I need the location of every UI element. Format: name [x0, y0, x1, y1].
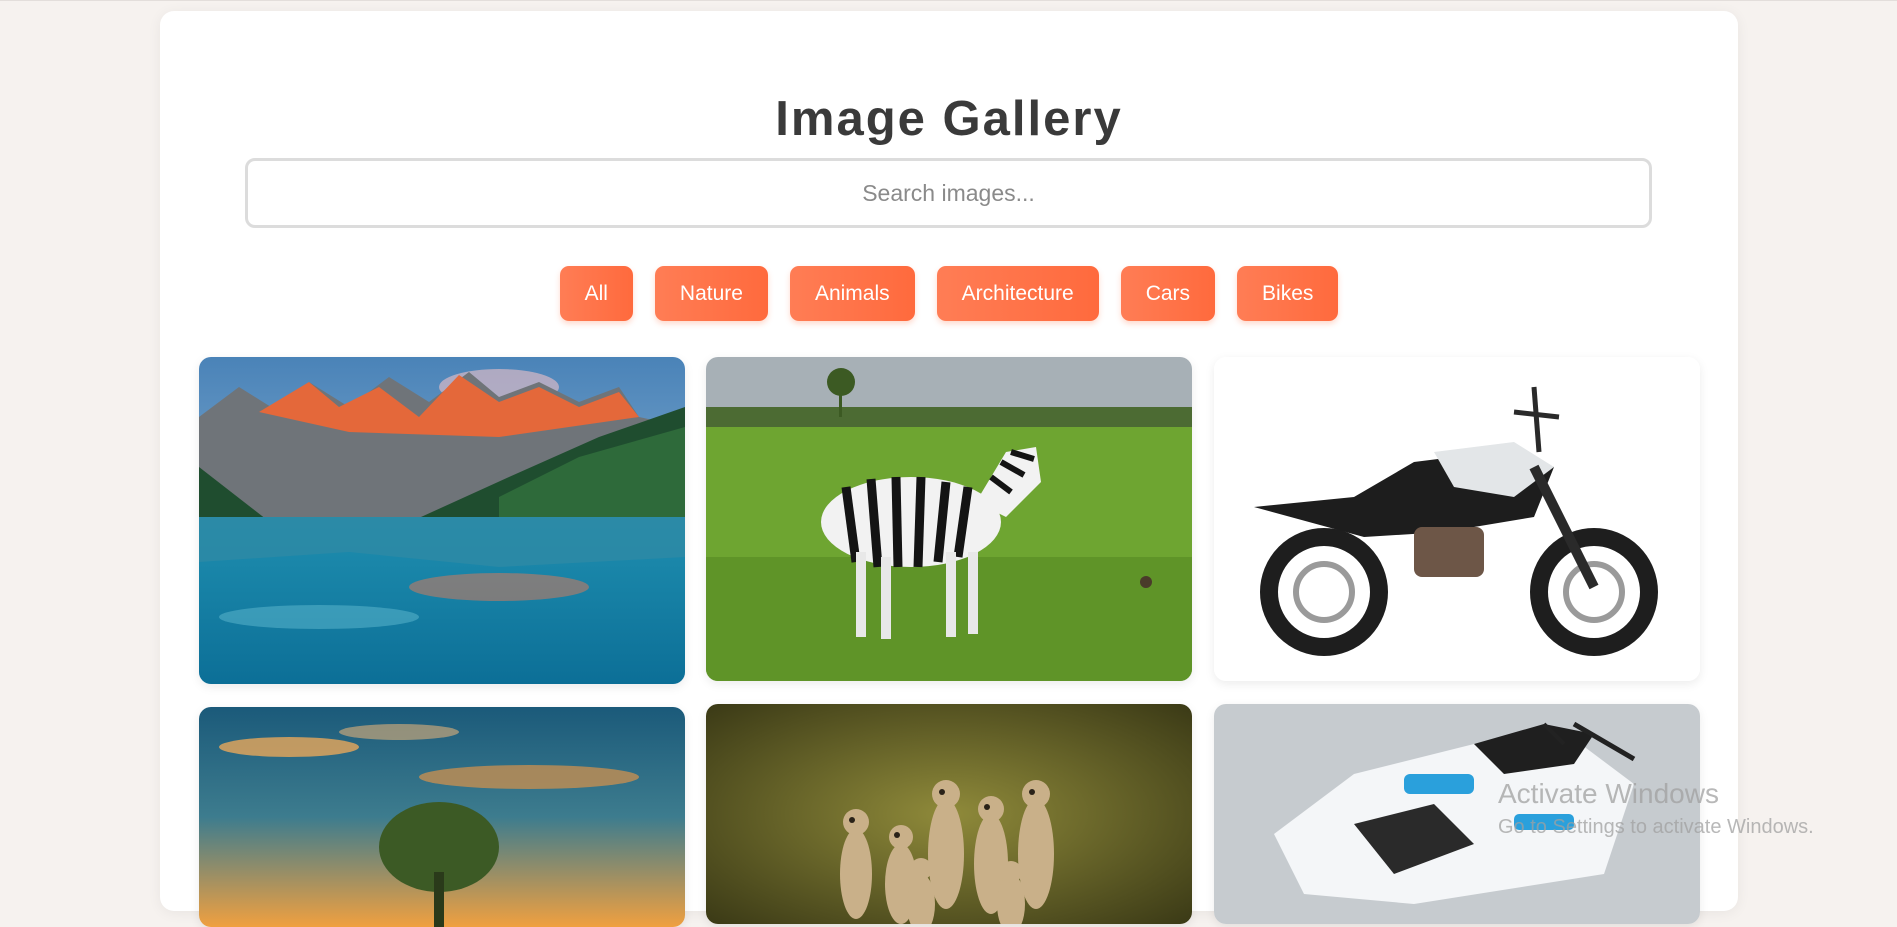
filter-architecture-button[interactable]: Architecture	[936, 266, 1099, 321]
filter-nature-button[interactable]: Nature	[654, 266, 768, 321]
filter-bikes-button[interactable]: Bikes	[1237, 266, 1339, 321]
page-title: Image Gallery	[775, 92, 1123, 146]
gallery-image-meerkats[interactable]	[706, 704, 1192, 924]
filter-cars-button[interactable]: Cars	[1120, 266, 1216, 321]
windows-activation-watermark: Activate Windows Go to Settings to activ…	[1498, 778, 1814, 839]
gallery-image-zebra[interactable]	[706, 357, 1192, 681]
gallery-image-motorcycle[interactable]	[1214, 357, 1700, 681]
filter-animals-button[interactable]: Animals	[789, 266, 915, 321]
search-input[interactable]	[245, 158, 1652, 228]
gallery-card: Image Gallery All Nature Animals Archite…	[160, 11, 1738, 927]
filter-bar: All Nature Animals Architecture Cars Bik…	[160, 266, 1738, 321]
filter-all-button[interactable]: All	[559, 266, 633, 321]
watermark-subtitle: Go to Settings to activate Windows.	[1498, 816, 1814, 838]
gallery-image-mountain-lake[interactable]	[199, 357, 685, 684]
watermark-title: Activate Windows	[1498, 778, 1719, 809]
top-border	[0, 0, 1897, 1]
gallery-image-sunset-tree[interactable]	[199, 707, 685, 927]
